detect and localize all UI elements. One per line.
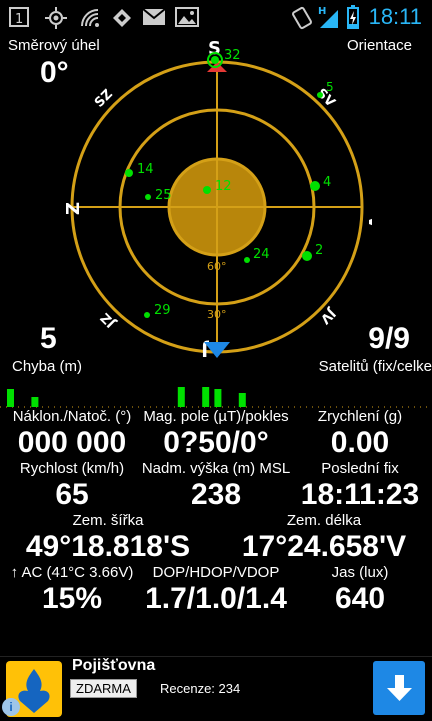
signal-icon: H (318, 4, 340, 35)
magnetic-value: 0?50/0° (163, 426, 269, 459)
satellite-label: 5 (326, 80, 334, 94)
vibrate-icon (290, 6, 314, 35)
error-value: 5 (40, 322, 57, 355)
satellite-label: 4 (323, 175, 331, 190)
dop-cell: DOP/HDOP/VDOP 1.7/1.0/1.4 (136, 564, 296, 616)
ad-info-icon[interactable]: i (2, 698, 20, 716)
battery-label: ↑ AC (41°C 3.66V) (10, 564, 134, 581)
speed-cell: Rychlost (km/h) 65 (0, 460, 144, 512)
svg-text:1: 1 (15, 12, 23, 27)
wifi-icon (78, 6, 102, 35)
ad-title[interactable]: Pojišťovna (72, 657, 155, 675)
satellite-label: 2 (315, 243, 323, 258)
error-label: Chyba (m) (12, 358, 83, 375)
satellites-value: 9/9 (368, 322, 410, 355)
snr-bar (31, 397, 39, 407)
dir-west-label: Z (63, 202, 84, 215)
status-clock: 18:11 (368, 4, 422, 29)
lux-value: 640 (334, 582, 386, 615)
sky-radar[interactable]: 60° 30° S SV V JV J JZ Z SZ 32 14 25 12 … (62, 40, 372, 360)
ad-free-badge: ZDARMA (70, 679, 137, 698)
ad-banner[interactable]: Pojišťovna ZDARMA Recenze: 234 (0, 656, 432, 721)
lux-label: Jas (lux) (331, 564, 389, 581)
battery-cell: ↑ AC (41°C 3.66V) 15% (0, 564, 144, 616)
ring-30-label: 30° (207, 308, 227, 321)
magnetic-cell: Mag. pole (µT)/pokles 0?50/0° (136, 408, 296, 460)
sim1-icon: 1 (8, 6, 30, 33)
battery-value: 15% (41, 582, 103, 615)
altitude-cell: Nadm. výška (m) MSL 238 (136, 460, 296, 512)
tilt-label: Náklon./Natoč. (°) (12, 408, 132, 425)
longitude-value: 17°24.658'V (241, 530, 407, 563)
longitude-label: Zem. délka (286, 512, 362, 529)
satellite-24[interactable]: 24 (244, 247, 270, 263)
gmail-icon (142, 6, 166, 33)
satellite-label: 32 (224, 48, 241, 63)
last-fix-label: Poslední fix (321, 460, 399, 477)
snr-bar (214, 389, 222, 407)
latitude-value: 49°18.818'S (25, 530, 191, 563)
acceleration-value: 0.00 (330, 426, 390, 459)
dop-label: DOP/HDOP/VDOP (152, 564, 280, 581)
speed-value: 65 (55, 478, 89, 511)
dir-east-label: V (364, 215, 372, 229)
satellites-label: Satelitů (fix/celke (318, 358, 432, 375)
gallery-icon (175, 6, 199, 33)
satellite-4[interactable]: 4 (310, 175, 331, 191)
magnetic-label: Mag. pole (µT)/pokles (143, 408, 289, 425)
snr-bar (202, 387, 210, 407)
latitude-label: Zem. šířka (72, 512, 144, 529)
satellite-label: 29 (154, 303, 171, 318)
tilt-value: 000 000 (17, 426, 127, 459)
satellite-label: 14 (137, 162, 154, 177)
lux-cell: Jas (lux) 640 (288, 564, 432, 616)
satellite-label: 12 (215, 179, 232, 194)
status-bar: 1 H 18:11 (0, 0, 432, 34)
last-fix-value: 18:11:23 (300, 478, 420, 511)
ad-download-button[interactable] (373, 661, 425, 715)
longitude-cell: Zem. délka 17°24.658'V (216, 512, 432, 564)
snr-bar (177, 387, 185, 407)
ad-reviews: Recenze: 234 (160, 681, 241, 696)
acceleration-cell: Zrychlení (g) 0.00 (288, 408, 432, 460)
gps-icon (44, 6, 68, 35)
snr-bar (238, 393, 246, 407)
snr-bar (7, 389, 14, 407)
tilt-cell: Náklon./Natoč. (°) 000 000 (0, 408, 144, 460)
satellite-29[interactable]: 29 (144, 303, 171, 318)
network-type: H (318, 6, 326, 17)
altitude-label: Nadm. výška (m) MSL (141, 460, 291, 477)
altitude-value: 238 (190, 478, 242, 511)
snr-bar-chart (0, 387, 432, 408)
satellite-label: 24 (253, 247, 270, 262)
last-fix-cell: Poslední fix 18:11:23 (288, 460, 432, 512)
download-icon (387, 675, 412, 701)
ring-60-label: 60° (207, 260, 227, 273)
airdroid-icon (110, 6, 134, 35)
speed-label: Rychlost (km/h) (19, 460, 125, 477)
dop-value: 1.7/1.0/1.4 (145, 582, 287, 615)
acceleration-label: Zrychlení (g) (317, 408, 403, 425)
battery-icon (346, 4, 360, 35)
satellite-label: 25 (155, 188, 172, 203)
latitude-cell: Zem. šířka 49°18.818'S (0, 512, 216, 564)
satellite-25[interactable]: 25 (145, 188, 172, 203)
